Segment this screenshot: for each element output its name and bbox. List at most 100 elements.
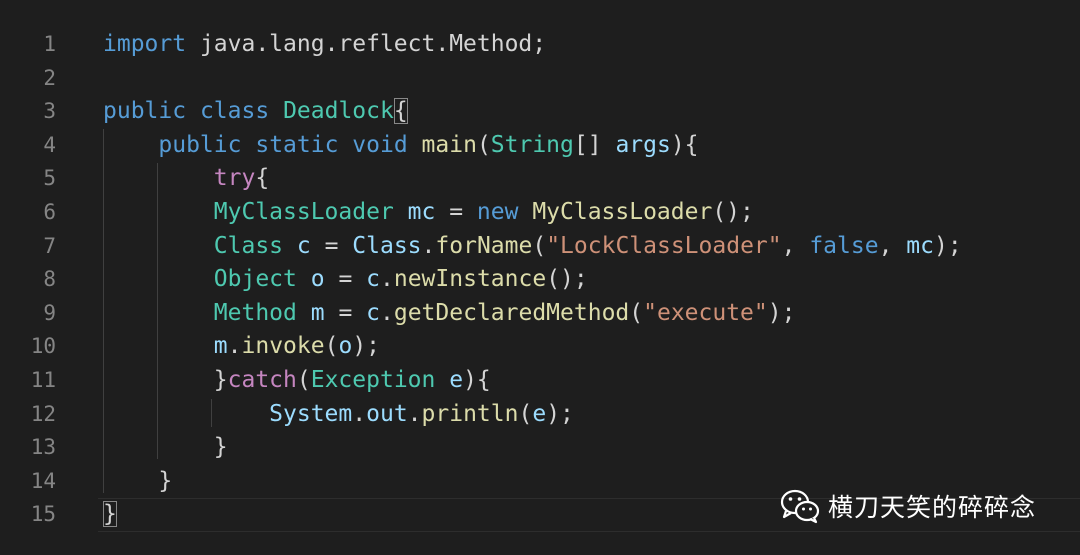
- code-token: (: [296, 366, 311, 393]
- code-token: System: [269, 400, 353, 427]
- line-content[interactable]: System.out.println(e);: [103, 398, 574, 432]
- line-number: 7: [43, 233, 56, 258]
- line-content[interactable]: MyClassLoader mc = new MyClassLoader();: [103, 196, 754, 230]
- code-token: catch: [227, 366, 297, 393]
- code-line[interactable]: 4 public static void main(String[] args)…: [0, 129, 1080, 163]
- line-content[interactable]: public static void main(String[] args){: [103, 129, 698, 163]
- code-token: public: [103, 98, 187, 125]
- code-token: MyClassLoader: [532, 198, 713, 225]
- code-token: newInstance: [393, 266, 547, 293]
- code-token: =: [324, 266, 367, 293]
- line-content[interactable]: }: [103, 431, 228, 465]
- line-number: 13: [30, 435, 56, 460]
- line-number: 5: [43, 166, 56, 191]
- code-token: ){: [463, 366, 491, 393]
- code-token: Class: [352, 232, 422, 259]
- code-line[interactable]: 3 public class Deadlock{: [0, 95, 1080, 129]
- code-token: c: [366, 299, 380, 326]
- code-line[interactable]: 10 m.invoke(o);: [0, 330, 1080, 364]
- code-token: }: [103, 467, 173, 494]
- code-token: m: [213, 333, 228, 360]
- code-token: forName: [435, 232, 533, 259]
- line-content[interactable]: Object o = c.newInstance();: [103, 263, 588, 297]
- code-line[interactable]: 7 Class c = Class.forName("LockClassLoad…: [0, 230, 1080, 264]
- line-content[interactable]: Method m = c.getDeclaredMethod("execute"…: [103, 297, 796, 331]
- code-editor[interactable]: 1 import java.lang.reflect.Method; 2 3 publi…: [0, 0, 1080, 555]
- code-token: void: [352, 131, 408, 158]
- code-token: Deadlock: [283, 98, 394, 125]
- code-token: );: [546, 400, 574, 427]
- code-token: {: [255, 165, 270, 192]
- code-token: println: [421, 400, 519, 427]
- line-content[interactable]: Class c = Class.forName("LockClassLoader…: [103, 230, 962, 264]
- code-token: mc: [906, 232, 934, 259]
- line-content[interactable]: try{: [103, 162, 269, 196]
- code-token: Class: [213, 232, 284, 259]
- line-content[interactable]: }: [103, 498, 117, 532]
- code-token: );: [352, 333, 381, 360]
- code-token: class: [199, 98, 270, 125]
- code-token: (: [532, 232, 547, 259]
- line-number: 14: [30, 468, 56, 493]
- code-token: .: [407, 400, 422, 427]
- code-token: import: [103, 31, 187, 57]
- line-content[interactable]: import java.lang.reflect.Method;: [103, 28, 546, 62]
- code-token: []: [573, 131, 616, 158]
- code-token: .: [352, 400, 367, 427]
- line-number: 11: [30, 367, 56, 392]
- code-token: (: [324, 333, 339, 360]
- code-line[interactable]: 13 }: [0, 431, 1080, 465]
- code-token: ();: [712, 198, 754, 225]
- line-number: 15: [30, 502, 56, 527]
- line-content[interactable]: m.invoke(o);: [103, 330, 380, 364]
- code-line[interactable]: 9 Method m = c.getDeclaredMethod("execut…: [0, 297, 1080, 331]
- code-line[interactable]: 5 try{: [0, 162, 1080, 196]
- code-line[interactable]: 11 }catch(Exception e){: [0, 364, 1080, 398]
- line-content[interactable]: }catch(Exception e){: [103, 364, 491, 398]
- code-token: c: [296, 232, 311, 259]
- line-number: 1: [43, 32, 56, 56]
- code-token: getDeclaredMethod: [393, 299, 630, 326]
- code-token: false: [809, 232, 879, 259]
- code-line[interactable]: 8 Object o = c.newInstance();: [0, 263, 1080, 297]
- code-token: invoke: [241, 333, 325, 360]
- code-token: java.lang.reflect.Method;: [186, 31, 547, 57]
- code-token: try: [213, 165, 256, 192]
- code-token: args: [615, 131, 671, 158]
- code-line[interactable]: 6 MyClassLoader mc = new MyClassLoader()…: [0, 196, 1080, 230]
- code-token: public: [158, 131, 242, 158]
- code-token: .: [227, 333, 242, 360]
- code-token: (: [518, 400, 533, 427]
- code-token: String: [490, 131, 574, 158]
- code-token: c: [366, 266, 380, 293]
- code-line[interactable]: 12 System.out.println(e);: [0, 398, 1080, 432]
- code-token: new: [476, 198, 519, 225]
- code-token: }: [103, 434, 228, 461]
- code-token: (: [629, 299, 644, 326]
- line-content[interactable]: public class Deadlock{: [103, 95, 408, 129]
- code-token: ,: [878, 232, 907, 259]
- code-token: .: [380, 266, 394, 293]
- code-line[interactable]: 2: [0, 62, 1080, 96]
- code-token: .: [380, 299, 394, 326]
- code-area[interactable]: 1 import java.lang.reflect.Method; 2 3 publi…: [0, 28, 1080, 532]
- code-line[interactable]: 1 import java.lang.reflect.Method;: [0, 28, 1080, 62]
- code-token: Exception: [310, 366, 436, 393]
- code-token: );: [933, 232, 962, 259]
- code-token: e: [449, 366, 464, 393]
- line-content[interactable]: }: [103, 465, 172, 499]
